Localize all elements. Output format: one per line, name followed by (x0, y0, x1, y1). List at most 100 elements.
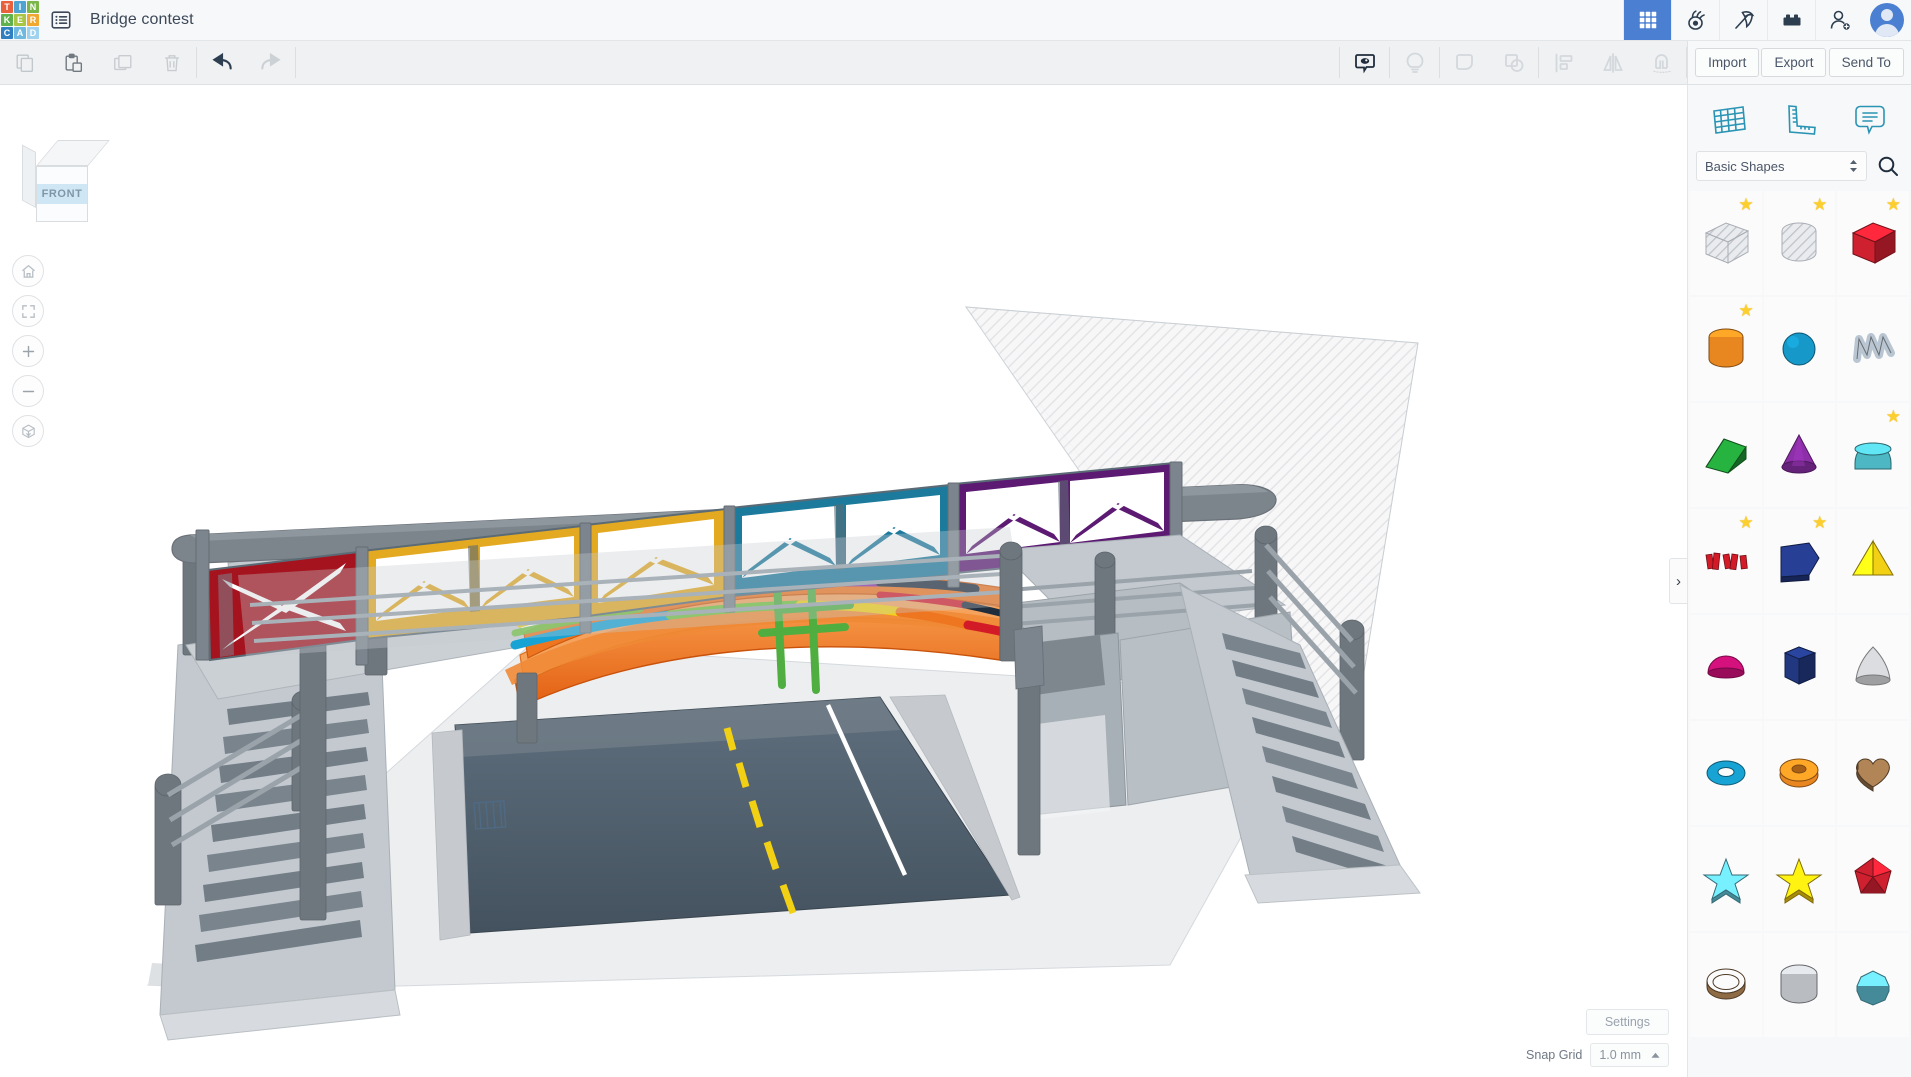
tab-notes[interactable] (1844, 99, 1896, 141)
workspace: FRONT (0, 85, 1911, 1077)
search-shapes-button[interactable] (1873, 151, 1903, 181)
note-bubble-icon (1850, 101, 1890, 139)
align-button[interactable] (1539, 41, 1588, 84)
gallery-grid-icon[interactable] (1623, 0, 1671, 40)
edit-toolbar: Import Export Send To (0, 41, 1911, 85)
tube-icon (1698, 957, 1754, 1013)
shape-tile-box-hole[interactable]: ★ (1690, 191, 1762, 295)
3d-viewport[interactable]: FRONT (0, 85, 1687, 1077)
duplicate-button[interactable] (98, 41, 147, 84)
ungroup-button[interactable] (1489, 41, 1538, 84)
shape-library-value: Basic Shapes (1705, 159, 1785, 174)
heart-icon (1845, 745, 1901, 801)
comment-button[interactable] (1340, 41, 1389, 84)
paste-button[interactable] (49, 41, 98, 84)
shape-tile-text[interactable]: ★ (1690, 509, 1762, 613)
redo-button[interactable] (246, 41, 295, 84)
top-bar: TINKERCAD Bridge contest (0, 0, 1911, 41)
tinkercad-app: TINKERCAD Bridge contest (0, 0, 1911, 1077)
octagon-icon (1845, 957, 1901, 1013)
tinkercad-logo[interactable]: TINKERCAD (0, 0, 40, 40)
shape-tile-cylinder[interactable]: ★ (1690, 297, 1762, 401)
viewport-navigation (12, 255, 44, 447)
polyhedron-icon (1845, 851, 1901, 907)
page-title: Bridge contest (82, 0, 194, 40)
box-icon (1845, 215, 1901, 271)
shape-tile-heart[interactable] (1837, 721, 1909, 825)
home-view-button[interactable] (12, 255, 44, 287)
shape-tile-roof[interactable]: ★ (1837, 403, 1909, 507)
shape-tile-pyramid[interactable] (1837, 509, 1909, 613)
tab-shapes[interactable] (1703, 99, 1755, 141)
polygon-icon (1771, 533, 1827, 589)
top-icon-group (1623, 0, 1863, 40)
favorite-star-icon: ★ (1738, 196, 1753, 213)
tab-ruler[interactable] (1773, 99, 1825, 141)
note-button[interactable] (1390, 41, 1439, 84)
document-list-icon[interactable] (40, 0, 82, 40)
fit-all-button[interactable] (12, 295, 44, 327)
shape-tile-round-roof[interactable] (1764, 721, 1836, 825)
torus-icon (1698, 745, 1754, 801)
delete-button[interactable] (147, 41, 196, 84)
shape-tile-hexagon-prism[interactable] (1764, 615, 1836, 719)
copy-button[interactable] (0, 41, 49, 84)
zoom-in-button[interactable] (12, 335, 44, 367)
snap-grid-select[interactable]: 1.0 mm (1590, 1043, 1669, 1067)
panel-tabs (1688, 85, 1911, 151)
box-icon (1698, 215, 1754, 271)
text-icon (1698, 533, 1754, 589)
view-cube-label: FRONT (37, 184, 88, 204)
shape-tile-octagon-disc[interactable] (1837, 933, 1909, 1037)
mirror-button[interactable] (1588, 41, 1637, 84)
shape-tile-rounded-box[interactable] (1764, 933, 1836, 1037)
ruler-icon (1779, 101, 1819, 139)
donut-icon (1771, 745, 1827, 801)
undo-button[interactable] (197, 41, 246, 84)
shape-tile-box[interactable]: ★ (1837, 191, 1909, 295)
cone-icon (1771, 427, 1827, 483)
logo-letter: D (27, 27, 39, 39)
ortho-perspective-button[interactable] (12, 415, 44, 447)
bridge-model (0, 85, 1687, 1077)
shape-tile-sphere[interactable] (1764, 297, 1836, 401)
shape-tile-star-5[interactable] (1764, 827, 1836, 931)
workplane-grid-icon (1709, 101, 1749, 139)
shape-tile-polyhedron[interactable] (1837, 827, 1909, 931)
export-button[interactable]: Export (1761, 48, 1826, 77)
pickaxe-icon[interactable] (1719, 0, 1767, 40)
shape-tile-cone[interactable] (1764, 403, 1836, 507)
avatar[interactable] (1863, 0, 1911, 40)
codeblocks-icon[interactable] (1671, 0, 1719, 40)
view-cube-top-face[interactable] (36, 140, 110, 166)
cylinder-icon (1771, 215, 1827, 271)
settings-button[interactable]: Settings (1586, 1009, 1669, 1035)
zoom-out-button[interactable] (12, 375, 44, 407)
shape-tile-paraboloid[interactable] (1837, 615, 1909, 719)
view-cube-front-face[interactable]: FRONT (36, 166, 88, 222)
add-person-icon[interactable] (1815, 0, 1863, 40)
collapse-panel-button[interactable]: › (1669, 558, 1687, 604)
import-button[interactable]: Import (1695, 48, 1759, 77)
favorite-star-icon: ★ (1886, 196, 1901, 213)
history-group (197, 41, 295, 84)
snap-grid-value: 1.0 mm (1599, 1048, 1641, 1062)
logo-letter: E (14, 14, 26, 26)
shape-tile-polygon-shape[interactable]: ★ (1764, 509, 1836, 613)
shape-tile-cylinder-hole[interactable]: ★ (1764, 191, 1836, 295)
group-button[interactable] (1440, 41, 1489, 84)
lego-brick-icon[interactable] (1767, 0, 1815, 40)
shape-tile-torus[interactable] (1690, 721, 1762, 825)
snap-grid-control: Snap Grid 1.0 mm (1526, 1043, 1669, 1067)
shape-tile-scribble[interactable] (1837, 297, 1909, 401)
shape-tile-tube[interactable] (1690, 933, 1762, 1037)
viewport-footer: Settings Snap Grid 1.0 mm (1526, 1009, 1669, 1067)
view-cube-left-face[interactable] (22, 145, 36, 208)
send-to-button[interactable]: Send To (1829, 48, 1904, 77)
magnet-button[interactable] (1637, 41, 1686, 84)
logo-letter: N (27, 1, 39, 13)
shape-tile-wedge[interactable] (1690, 403, 1762, 507)
shape-tile-half-sphere[interactable] (1690, 615, 1762, 719)
shape-library-dropdown[interactable]: Basic Shapes (1696, 151, 1867, 181)
shape-tile-star-shape[interactable] (1690, 827, 1762, 931)
